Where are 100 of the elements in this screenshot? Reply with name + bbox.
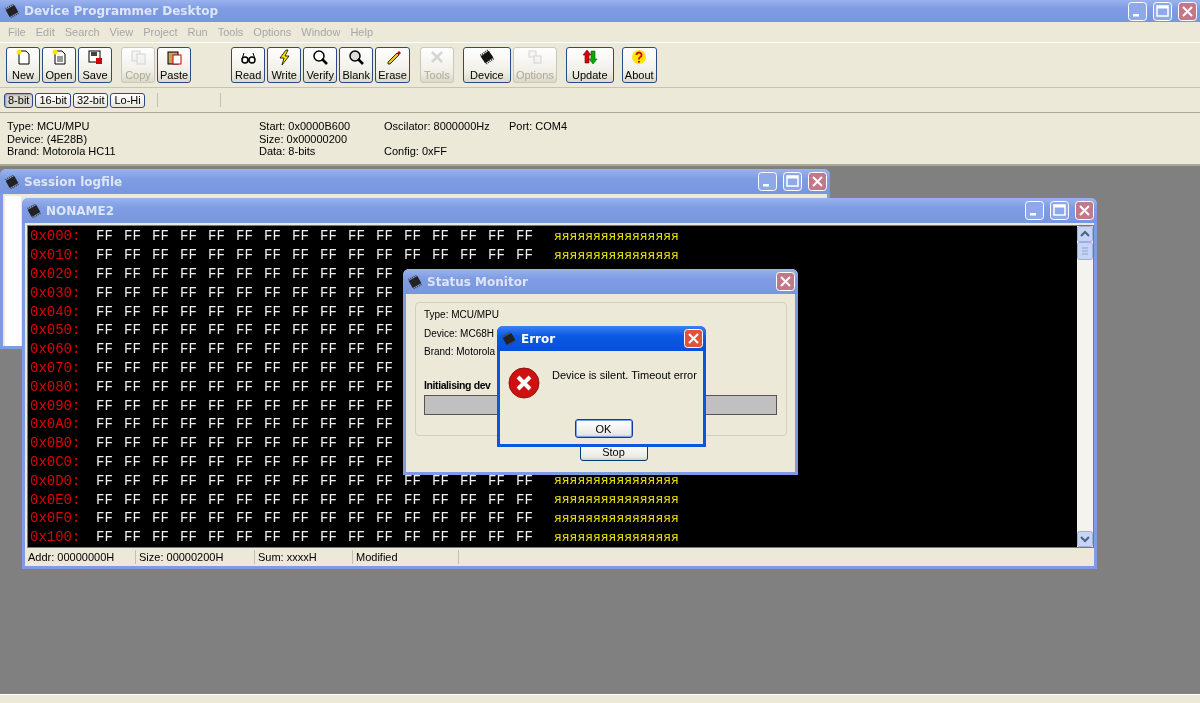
hex-byte: FF [348,228,366,245]
bit-width-button[interactable]: 16-bit [35,92,71,108]
maximize-button[interactable] [1050,201,1069,220]
scroll-down-icon[interactable] [1077,531,1093,547]
hex-byte: FF [152,341,170,358]
hex-byte: FF [488,228,506,245]
hex-byte: FF [292,228,310,245]
hex-byte: FF [236,472,254,489]
toolbar-button[interactable]: Paste [157,47,192,83]
hex-byte: FF [180,247,198,264]
toolbar-button[interactable]: Verify [303,47,338,83]
info-text: Start: 0x0000B600 [259,120,352,133]
hex-byte: FF [180,510,198,527]
ascii-text: яяяяяяяяяяяяяяяя [554,247,679,263]
progress-label: Initialising dev [424,378,491,391]
hex-byte: FF [320,416,338,433]
window-title: Status Monitor [427,274,528,289]
toolbar-button[interactable]: Update [565,47,614,83]
hex-byte: FF [460,529,478,546]
close-button[interactable] [1178,1,1197,21]
hex-byte: FF [432,472,450,489]
minimize-button[interactable] [1128,1,1147,21]
hex-byte: FF [124,303,142,320]
hex-byte: FF [264,510,282,527]
hex-byte: FF [404,472,422,489]
hex-byte: FF [264,416,282,433]
close-button[interactable] [776,272,795,291]
status-text: Type: MCU/MPU [424,309,499,322]
toolbar-button[interactable]: Open [42,47,76,83]
hex-byte: FF [292,247,310,264]
hex-byte: FF [236,341,254,358]
hex-byte: FF [264,397,282,414]
toolbar-button[interactable]: About [621,47,657,83]
hex-byte: FF [348,322,366,339]
hex-byte: FF [376,378,394,395]
bit-width-button[interactable]: 8-bit [4,92,34,108]
toolbar-button[interactable]: Blank [339,47,374,83]
hex-byte: FF [264,266,282,282]
info-text: Port: COM4 [509,120,569,133]
window-chip-icon [4,174,20,189]
vertical-scrollbar[interactable] [1077,226,1093,547]
clipboard-icon [166,49,183,65]
hex-byte: FF [320,322,338,339]
hex-byte: FF [152,491,170,508]
hex-byte: FF [264,228,282,245]
close-button[interactable] [684,329,703,348]
windows-icon [526,49,543,65]
hex-byte: FF [236,284,254,301]
toolbar-button[interactable]: Erase [375,47,410,83]
hex-byte: FF [208,378,226,395]
ascii-text: яяяяяяяяяяяяяяяя [554,529,679,545]
hex-byte: FF [432,529,450,546]
hex-byte: FF [516,228,534,245]
toolbar-button[interactable]: Save [78,47,112,83]
hex-byte: FF [432,491,450,508]
hex-byte: FF [152,472,170,489]
info-text: Data: 8-bits [259,145,317,158]
hex-byte: FF [376,284,394,301]
bit-width-button[interactable]: Lo-Hi [110,92,145,108]
scroll-up-icon[interactable] [1077,226,1093,242]
toolbar-button[interactable]: Write [267,47,302,83]
hex-byte: FF [348,435,366,452]
minimize-button[interactable] [758,172,777,191]
bit-width-button[interactable]: 32-bit [72,92,109,108]
hex-byte: FF [124,378,142,395]
hex-byte: FF [124,529,142,546]
hex-byte: FF [348,341,366,358]
ok-button[interactable]: OK [574,419,633,438]
status-text: Device: MC68H [424,327,495,341]
hex-byte: FF [348,266,366,282]
hex-address: 0x020: [30,266,82,282]
error-icon [508,367,540,399]
info-text: Device: (4E28B) [7,132,89,145]
magnifier-icon [348,49,365,65]
close-button[interactable] [1075,201,1094,220]
toolbar-button[interactable]: Read [231,47,266,83]
hex-byte: FF [292,303,310,320]
hex-byte: FF [320,284,338,301]
close-button[interactable] [808,172,827,191]
hex-byte: FF [376,416,394,433]
hex-byte: FF [124,322,142,339]
minimize-button[interactable] [1025,201,1044,220]
hex-byte: FF [124,247,142,264]
hex-byte: FF [376,510,394,527]
maximize-button[interactable] [1153,1,1172,21]
scroll-thumb[interactable] [1077,242,1093,260]
toolbar-button[interactable]: Device [462,47,511,83]
hex-byte: FF [236,529,254,546]
hex-byte: FF [124,453,142,470]
magnifier-icon [312,49,329,65]
toolbar-button[interactable]: New [6,47,40,83]
hex-byte: FF [348,284,366,301]
hex-byte: FF [152,435,170,452]
hex-byte: FF [292,435,310,452]
hex-byte: FF [124,510,142,527]
hex-byte: FF [180,435,198,452]
hex-byte: FF [236,266,254,282]
hex-address: 0x030: [30,284,82,301]
maximize-button[interactable] [783,172,802,191]
hex-byte: FF [180,322,198,339]
